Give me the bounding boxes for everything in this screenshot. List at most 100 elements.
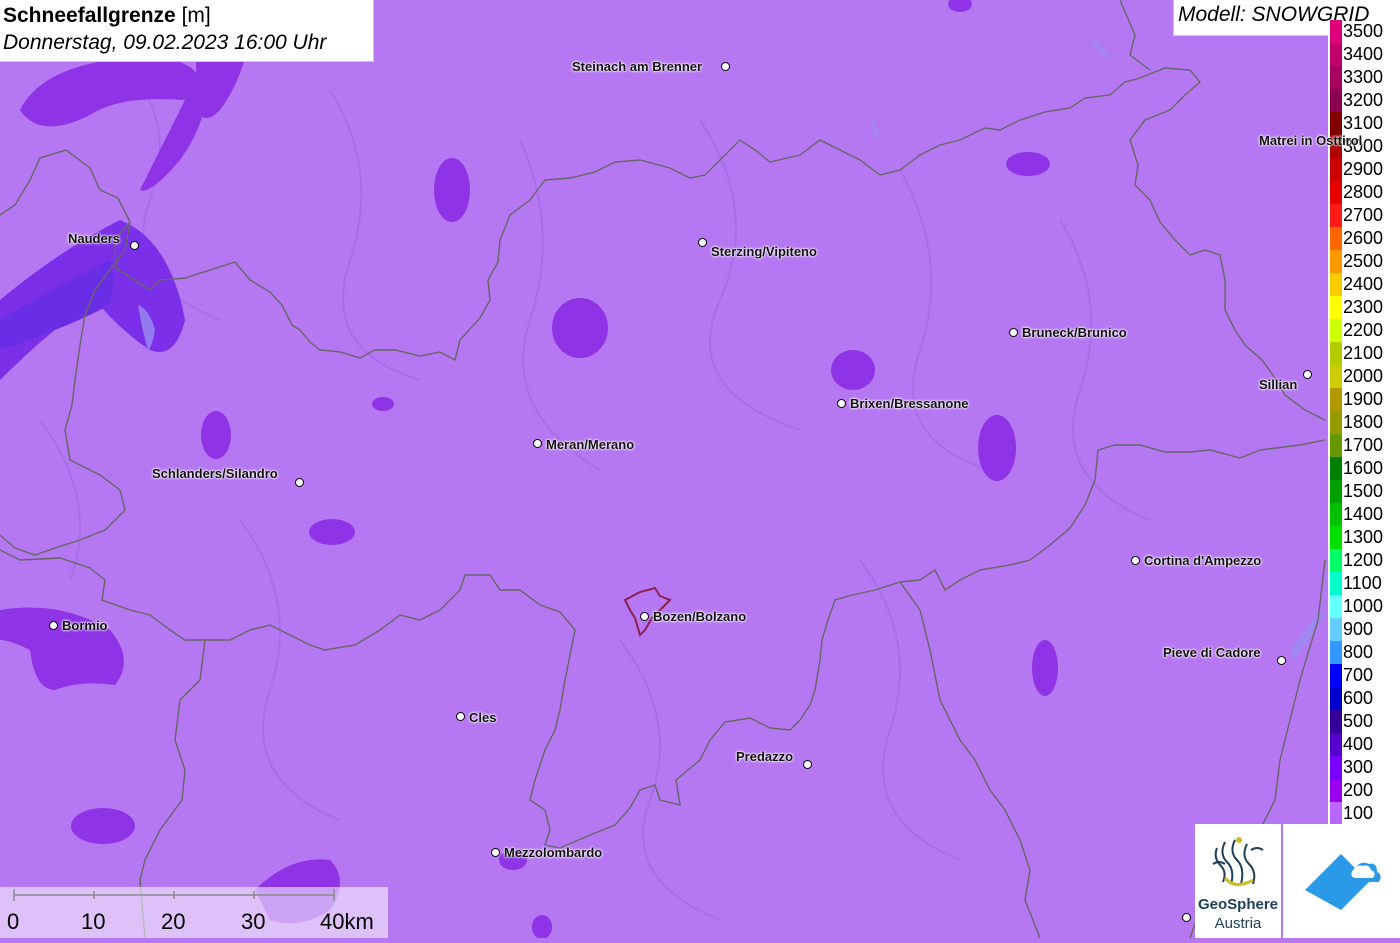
legend-label: 1600	[1343, 458, 1384, 478]
legend-swatch	[1330, 480, 1342, 503]
legend-label: 2700	[1343, 205, 1384, 225]
legend-label: 1500	[1343, 481, 1384, 501]
legend-swatch	[1330, 365, 1342, 388]
legend-swatch	[1330, 572, 1342, 595]
legend-swatch	[1330, 319, 1342, 342]
legend-label: 1000	[1343, 596, 1384, 616]
legend-label: 900	[1343, 619, 1374, 639]
legend-label: 2900	[1343, 159, 1384, 179]
place-marker	[49, 621, 58, 630]
legend-swatch	[1330, 664, 1342, 687]
legend-swatch	[1330, 181, 1342, 204]
place-label-bormio[interactable]: Bormio	[62, 618, 108, 633]
place-label-schlanders[interactable]: Schlanders/Silandro	[152, 466, 278, 481]
legend-swatch	[1330, 503, 1342, 526]
place-label-nauders[interactable]: Nauders	[68, 231, 120, 246]
map-title: Schneefallgrenze [m]	[3, 3, 373, 29]
legend-label: 3400	[1343, 44, 1384, 64]
legend-swatch	[1330, 595, 1342, 618]
legend-label: 500	[1343, 711, 1374, 731]
legend-swatch	[1330, 66, 1342, 89]
color-legend: 3500 3400 3300 3200 3100 3000 2900 2800 2700 2600…	[1328, 20, 1400, 828]
legend-label: 800	[1343, 642, 1374, 662]
geosphere-emblem-icon	[1212, 837, 1264, 886]
legend-label: 2800	[1343, 182, 1384, 202]
legend-label: 3100	[1343, 113, 1384, 133]
legend-label: 400	[1343, 734, 1374, 754]
place-label-cles[interactable]: Cles	[469, 710, 496, 725]
place-marker	[491, 848, 500, 857]
place-label-bozen[interactable]: Bozen/Bolzano	[653, 609, 746, 624]
legend-swatch	[1330, 457, 1342, 480]
place-label-meran[interactable]: Meran/Merano	[546, 437, 634, 452]
legend-label: 600	[1343, 688, 1374, 708]
legend-label: 2400	[1343, 274, 1384, 294]
legend-swatch	[1330, 43, 1342, 66]
place-marker	[1303, 370, 1312, 379]
place-label-steinach[interactable]: Steinach am Brenner	[572, 59, 702, 74]
title-unit: [m]	[181, 4, 211, 27]
place-marker	[1009, 328, 1018, 337]
place-label-cortina[interactable]: Cortina d'Ampezzo	[1144, 553, 1261, 568]
legend-swatch	[1330, 733, 1342, 756]
place-marker	[640, 612, 649, 621]
partner-logo[interactable]	[1283, 824, 1400, 938]
place-marker	[1182, 913, 1191, 922]
title-text: Schneefallgrenze	[3, 4, 176, 27]
legend-label: 1800	[1343, 412, 1384, 432]
scale-tick-40km: 40km	[320, 909, 374, 934]
legend-swatch	[1330, 434, 1342, 457]
place-marker	[456, 712, 465, 721]
legend-label: 1300	[1343, 527, 1384, 547]
place-label-sterzing[interactable]: Sterzing/Vipiteno	[711, 244, 817, 259]
legend-swatch	[1330, 273, 1342, 296]
legend-label: 300	[1343, 757, 1374, 777]
scale-bar: 0 10 20 30 40km	[0, 887, 388, 938]
legend-swatch	[1330, 756, 1342, 779]
legend-swatch	[1330, 89, 1342, 112]
scale-tick-0: 0	[7, 909, 20, 934]
legend-swatch	[1330, 204, 1342, 227]
legend-swatch	[1330, 641, 1342, 664]
place-marker	[295, 478, 304, 487]
legend-swatch	[1330, 802, 1342, 825]
place-label-brixen[interactable]: Brixen/Bressanone	[850, 396, 969, 411]
place-label-predazzo[interactable]: Predazzo	[736, 749, 793, 764]
legend-label: 1900	[1343, 389, 1384, 409]
place-label-bruneck[interactable]: Bruneck/Brunico	[1022, 325, 1127, 340]
logo-text-austria: Austria	[1214, 915, 1262, 932]
legend-label: 700	[1343, 665, 1374, 685]
legend-swatch	[1330, 549, 1342, 572]
map-title-box: Schneefallgrenze [m] Donnerstag, 09.02.2…	[0, 0, 374, 62]
upload-cloud-icon	[1305, 854, 1381, 910]
legend-label: 200	[1343, 780, 1374, 800]
place-marker	[698, 238, 707, 247]
place-marker	[1131, 556, 1140, 565]
logo-text-geosphere: GeoSphere	[1197, 896, 1279, 913]
scale-tick-20: 20	[161, 909, 186, 934]
scale-tick-10: 10	[81, 909, 106, 934]
place-marker	[837, 399, 846, 408]
legend-label: 3500	[1343, 21, 1384, 41]
legend-swatch	[1330, 20, 1342, 43]
legend-swatch	[1330, 158, 1342, 181]
legend-swatch	[1330, 411, 1342, 434]
legend-label: 100	[1343, 803, 1374, 823]
legend-swatch	[1330, 112, 1342, 135]
legend-swatch	[1330, 779, 1342, 802]
legend-label: 3200	[1343, 90, 1384, 110]
legend-swatch	[1330, 710, 1342, 733]
legend-label: 3300	[1343, 67, 1384, 87]
legend-swatch	[1330, 227, 1342, 250]
place-label-sillian[interactable]: Sillian	[1259, 377, 1297, 392]
forecast-datetime: Donnerstag, 09.02.2023 16:00 Uhr	[3, 31, 327, 54]
legend-swatch	[1330, 342, 1342, 365]
geosphere-logo[interactable]: GeoSphere Austria	[1195, 824, 1281, 938]
legend-swatch	[1330, 250, 1342, 273]
place-label-mezzolombardo[interactable]: Mezzolombardo	[504, 845, 602, 860]
legend-label: 1700	[1343, 435, 1384, 455]
place-label-matrei[interactable]: Matrei in Osttirol	[1259, 133, 1362, 148]
legend-label: 2500	[1343, 251, 1384, 271]
scale-tick-30: 30	[241, 909, 266, 934]
place-label-pieve[interactable]: Pieve di Cadore	[1163, 645, 1261, 660]
